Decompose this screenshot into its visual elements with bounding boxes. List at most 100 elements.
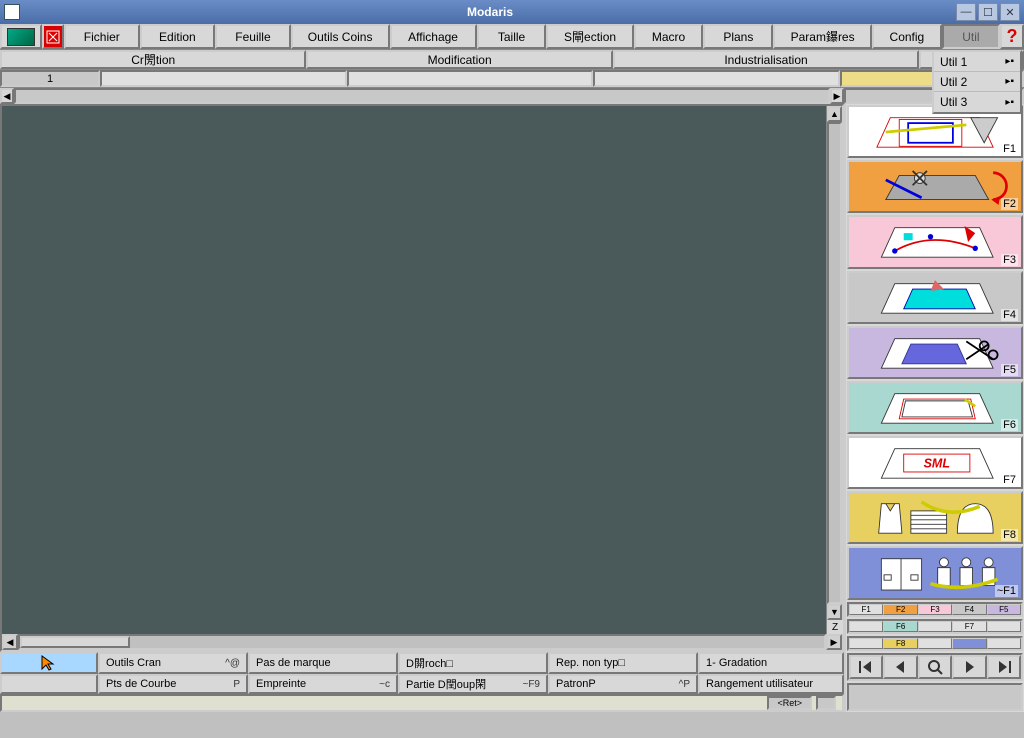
menu-config[interactable]: Config: [872, 24, 942, 49]
fkey-tile-f4[interactable]: F4: [847, 271, 1023, 324]
tool-label: D閞roch□: [406, 655, 453, 671]
drawing-canvas[interactable]: [2, 106, 826, 634]
function-key-panel: F1 F2 F3: [844, 104, 1024, 652]
horizontal-scrollbar[interactable]: ◀ ▶: [2, 634, 842, 650]
mini-btn[interactable]: F8: [883, 638, 917, 649]
info-field-2[interactable]: [347, 70, 594, 87]
mini-btn[interactable]: F5: [987, 604, 1021, 615]
mini-btn[interactable]: F6: [883, 621, 917, 632]
mini-btn[interactable]: F3: [918, 604, 952, 615]
fkey-tile-tf1[interactable]: ~F1: [847, 546, 1023, 599]
scroll-down-button[interactable]: ▼: [827, 604, 842, 620]
bottom-right-nav: [844, 652, 1024, 712]
mini-row-3: F8: [847, 636, 1023, 651]
submenu-arrow-icon: ▸▪: [1005, 97, 1014, 108]
mini-btn[interactable]: [918, 638, 952, 649]
menu-taille[interactable]: Taille: [477, 24, 547, 49]
empty-icon-cell: [0, 674, 98, 694]
bottom-row-1: Outils Cran^@ Pas de marque D閞roch□ Rep.…: [0, 652, 844, 674]
cut-rotate-icon: [849, 162, 1021, 211]
fkey-tile-f3[interactable]: F3: [847, 215, 1023, 268]
nav-prev-button[interactable]: [883, 655, 917, 679]
tool-patronp[interactable]: PatronP^P: [548, 674, 698, 694]
sheet-prev-button[interactable]: ◀: [0, 88, 14, 104]
mini-btn[interactable]: F7: [952, 621, 986, 632]
menu-edition[interactable]: Edition: [140, 24, 216, 49]
tool-label: 1- Gradation: [706, 657, 767, 669]
sheet-nav-row: ◀ ▶ Feuille: [0, 88, 1024, 104]
tool-label: PatronP: [556, 678, 596, 690]
menu-macro[interactable]: Macro: [634, 24, 704, 49]
fkey-tile-f7[interactable]: SML F7: [847, 436, 1023, 489]
nav-zoom-button[interactable]: [918, 655, 952, 679]
fkey-tile-f6[interactable]: F6: [847, 381, 1023, 434]
fkey-tile-f8[interactable]: F8: [847, 491, 1023, 544]
scroll-up-button[interactable]: ▲: [827, 106, 842, 122]
tab-creation[interactable]: Cr閍tion: [0, 50, 306, 69]
mini-btn[interactable]: [849, 621, 883, 632]
menu-util[interactable]: Util: [942, 24, 1000, 49]
mini-btn[interactable]: F4: [952, 604, 986, 615]
tab-industrialisation[interactable]: Industrialisation: [613, 50, 919, 69]
svg-text:SML: SML: [924, 457, 950, 471]
sheet-track[interactable]: [14, 88, 830, 104]
tool-partie-decoupee[interactable]: Partie D閏oup閑~F9: [398, 674, 548, 694]
vscroll-track[interactable]: [827, 122, 842, 604]
window-title: Modaris: [26, 5, 954, 19]
tool-pts-courbe[interactable]: Pts de CourbeP: [98, 674, 248, 694]
garment-pieces-icon: [849, 493, 1021, 542]
tool-pas-de-marque[interactable]: Pas de marque: [248, 652, 398, 674]
tab-modification[interactable]: Modification: [306, 50, 612, 69]
hscroll-thumb[interactable]: [20, 636, 130, 648]
menu-affichage[interactable]: Affichage: [390, 24, 477, 49]
menu-parametres[interactable]: Param鑤res: [773, 24, 872, 49]
app-icon: [4, 4, 20, 20]
info-field-1[interactable]: [100, 70, 347, 87]
tool-gradation[interactable]: 1- Gradation: [698, 652, 844, 674]
red-square-icon[interactable]: [42, 24, 64, 49]
mini-btn[interactable]: [918, 621, 952, 632]
app-logo[interactable]: [0, 24, 42, 49]
hscroll-track[interactable]: [18, 634, 826, 650]
nav-first-button[interactable]: [849, 655, 883, 679]
util-item-2[interactable]: Util 2▸▪: [934, 72, 1020, 92]
sheet-next-button[interactable]: ▶: [830, 88, 844, 104]
nav-next-button[interactable]: [952, 655, 986, 679]
tool-rangement[interactable]: Rangement utilisateur: [698, 674, 844, 694]
tool-derroch[interactable]: D閞roch□: [398, 652, 548, 674]
close-button[interactable]: ✕: [1000, 3, 1020, 21]
help-icon[interactable]: ?: [1000, 24, 1024, 49]
info-field-row: 1: [0, 70, 1024, 88]
mini-row-2: F6 F7: [847, 619, 1023, 634]
fkey-label: F6: [1001, 419, 1018, 431]
tool-rep-non-typ[interactable]: Rep. non typ□: [548, 652, 698, 674]
scroll-right-button[interactable]: ▶: [826, 634, 842, 650]
util-item-3[interactable]: Util 3▸▪: [934, 92, 1020, 112]
nav-last-button[interactable]: [987, 655, 1021, 679]
mini-btn[interactable]: [987, 638, 1021, 649]
mini-btn[interactable]: F1: [849, 604, 883, 615]
mini-btn[interactable]: F2: [883, 604, 917, 615]
menu-feuille[interactable]: Feuille: [215, 24, 291, 49]
menu-fichier[interactable]: Fichier: [64, 24, 140, 49]
maximize-button[interactable]: ☐: [978, 3, 998, 21]
submenu-arrow-icon: ▸▪: [1005, 56, 1014, 67]
tool-empreinte[interactable]: Empreinte~c: [248, 674, 398, 694]
status-box: [816, 696, 836, 710]
mini-btn[interactable]: [952, 638, 986, 649]
menu-plans[interactable]: Plans: [703, 24, 773, 49]
util-item-1[interactable]: Util 1▸▪: [934, 52, 1020, 72]
menu-outils-coins[interactable]: Outils Coins: [291, 24, 390, 49]
vertical-scrollbar[interactable]: ▲ ▼ Z: [826, 106, 842, 634]
info-field-3[interactable]: [593, 70, 840, 87]
menu-selection[interactable]: S閘ection: [546, 24, 633, 49]
window-titlebar: Modaris — ☐ ✕: [0, 0, 1024, 24]
mini-btn[interactable]: [987, 621, 1021, 632]
tool-outils-cran[interactable]: Outils Cran^@: [98, 652, 248, 674]
fkey-tile-f5[interactable]: F5: [847, 326, 1023, 379]
minimize-button[interactable]: —: [956, 3, 976, 21]
fkey-tile-f2[interactable]: F2: [847, 160, 1023, 213]
cursor-mode-button[interactable]: [0, 652, 98, 674]
mini-btn[interactable]: [849, 638, 883, 649]
scroll-left-button[interactable]: ◀: [2, 634, 18, 650]
